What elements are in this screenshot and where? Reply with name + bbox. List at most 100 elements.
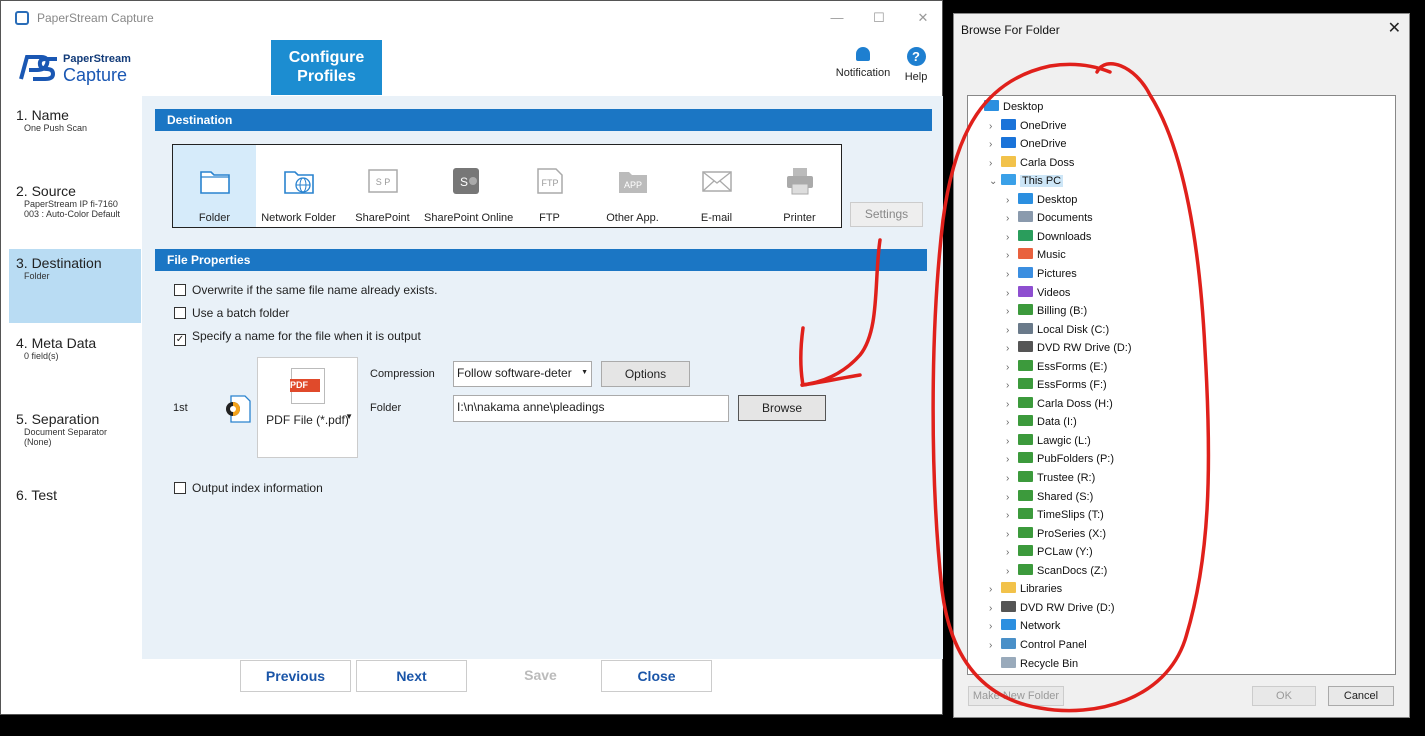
overwrite-checkbox[interactable] bbox=[174, 284, 186, 296]
specify-name-checkbox[interactable]: ✓ bbox=[174, 334, 186, 346]
tree-node[interactable]: › PCLaw (Y:) bbox=[1006, 543, 1093, 561]
expand-chevron-icon[interactable]: › bbox=[1006, 247, 1016, 265]
file-name-rule-icon[interactable] bbox=[223, 394, 253, 424]
tree-node[interactable]: › Control Panel bbox=[989, 636, 1087, 654]
tree-node[interactable]: ⌄ This PC bbox=[989, 172, 1064, 191]
step-source[interactable]: 2. Source PaperStream IP fi-7160 003 : A… bbox=[9, 177, 141, 251]
tree-node[interactable]: › Carla Doss bbox=[989, 154, 1074, 172]
batch-folder-option[interactable]: Use a batch folder bbox=[174, 306, 289, 320]
format-dropdown-icon[interactable]: ▼ bbox=[345, 412, 353, 421]
minimize-button[interactable]: — bbox=[827, 9, 847, 27]
tree-node[interactable]: › DVD RW Drive (D:) bbox=[1006, 339, 1132, 357]
tree-node[interactable]: › Videos bbox=[1006, 284, 1070, 302]
ok-button[interactable]: OK bbox=[1252, 686, 1316, 706]
tree-node[interactable]: › Documents bbox=[1006, 209, 1093, 227]
dest-sharepoint[interactable]: S P SharePoint bbox=[341, 145, 424, 227]
dest-ftp[interactable]: FTP FTP bbox=[508, 145, 591, 227]
expand-chevron-icon[interactable]: › bbox=[1006, 340, 1016, 358]
index-info-checkbox[interactable] bbox=[174, 482, 186, 494]
close-wizard-button[interactable]: Close bbox=[601, 660, 712, 692]
compression-select[interactable]: Follow software-deter ▼ bbox=[453, 361, 592, 387]
cancel-button[interactable]: Cancel bbox=[1328, 686, 1394, 706]
expand-chevron-icon[interactable]: › bbox=[1006, 563, 1016, 581]
tree-node[interactable]: › OneDrive bbox=[989, 117, 1066, 135]
step-destination[interactable]: 3. Destination Folder bbox=[9, 249, 141, 323]
expand-chevron-icon[interactable]: › bbox=[1006, 229, 1016, 247]
maximize-button[interactable]: ☐ bbox=[869, 9, 889, 27]
tree-node[interactable]: › Data (I:) bbox=[1006, 413, 1077, 431]
tree-node[interactable]: › Downloads bbox=[1006, 228, 1091, 246]
expand-chevron-icon[interactable]: › bbox=[1006, 507, 1016, 525]
expand-chevron-icon[interactable]: › bbox=[1006, 322, 1016, 340]
expand-chevron-icon[interactable]: › bbox=[989, 155, 999, 173]
expand-chevron-icon[interactable]: › bbox=[1006, 266, 1016, 284]
tree-node[interactable]: › EssForms (E:) bbox=[1006, 358, 1107, 376]
expand-chevron-icon[interactable]: › bbox=[1006, 396, 1016, 414]
expand-chevron-icon[interactable]: › bbox=[1006, 377, 1016, 395]
dest-other-app[interactable]: APP Other App. bbox=[591, 145, 674, 227]
expand-chevron-icon[interactable]: › bbox=[1006, 192, 1016, 210]
expand-chevron-icon[interactable]: › bbox=[989, 637, 999, 655]
tree-node[interactable]: › Shared (S:) bbox=[1006, 488, 1093, 506]
expand-chevron-icon[interactable]: › bbox=[1006, 470, 1016, 488]
batch-folder-checkbox[interactable] bbox=[174, 307, 186, 319]
settings-button[interactable]: Settings bbox=[850, 202, 923, 227]
index-info-option[interactable]: Output index information bbox=[174, 481, 323, 495]
step-name[interactable]: 1. Name One Push Scan bbox=[9, 101, 141, 175]
options-button[interactable]: Options bbox=[601, 361, 690, 387]
expand-chevron-icon[interactable]: › bbox=[989, 618, 999, 636]
tree-node[interactable]: › Network bbox=[989, 617, 1060, 635]
dialog-close-icon[interactable]: ✕ bbox=[1388, 18, 1401, 38]
step-separation[interactable]: 5. Separation Document Separator (None) bbox=[9, 405, 141, 479]
tree-node[interactable]: › Billing (B:) bbox=[1006, 302, 1087, 320]
file-format-selector[interactable]: PDF PDF File (*.pdf) ▼ bbox=[257, 357, 358, 458]
specify-name-option[interactable]: ✓ Specify a name for the file when it is … bbox=[174, 329, 421, 346]
dest-sharepoint-online[interactable]: S SharePoint Online bbox=[424, 145, 513, 227]
overwrite-option[interactable]: Overwrite if the same file name already … bbox=[174, 283, 437, 297]
browse-button[interactable]: Browse bbox=[738, 395, 826, 421]
expand-chevron-icon[interactable]: › bbox=[1006, 433, 1016, 451]
notification-button[interactable]: Notification bbox=[833, 47, 893, 79]
tree-node[interactable]: › PubFolders (P:) bbox=[1006, 450, 1114, 468]
step-test[interactable]: 6. Test bbox=[9, 481, 141, 555]
expand-chevron-icon[interactable]: › bbox=[1006, 303, 1016, 321]
previous-button[interactable]: Previous bbox=[240, 660, 351, 692]
tree-node[interactable]: Recycle Bin bbox=[989, 655, 1078, 673]
close-button[interactable]: ✕ bbox=[913, 9, 933, 27]
tree-node[interactable]: › Music bbox=[1006, 246, 1066, 264]
folder-path-input[interactable]: I:\n\nakama anne\pleadings bbox=[453, 395, 729, 422]
expand-chevron-icon[interactable]: › bbox=[1006, 210, 1016, 228]
expand-chevron-icon[interactable]: › bbox=[1006, 285, 1016, 303]
folder-tree[interactable]: Desktop › OneDrive › OneDrive › Carla Doss ⌄ Thi… bbox=[967, 95, 1396, 675]
tree-node[interactable]: › Carla Doss (H:) bbox=[1006, 395, 1113, 413]
tree-node[interactable]: › DVD RW Drive (D:) bbox=[989, 599, 1115, 617]
dest-printer[interactable]: Printer bbox=[758, 145, 841, 227]
tree-node[interactable]: Desktop bbox=[972, 98, 1043, 116]
expand-chevron-icon[interactable]: ⌄ bbox=[989, 173, 999, 191]
tree-node[interactable]: › TimeSlips (T:) bbox=[1006, 506, 1104, 524]
expand-chevron-icon[interactable]: › bbox=[1006, 489, 1016, 507]
save-button[interactable]: Save bbox=[485, 660, 596, 692]
tree-node[interactable]: › ProSeries (X:) bbox=[1006, 525, 1106, 543]
dest-folder[interactable]: Folder bbox=[173, 145, 256, 227]
make-new-folder-button[interactable]: Make New Folder bbox=[968, 686, 1064, 706]
expand-chevron-icon[interactable]: › bbox=[989, 600, 999, 618]
expand-chevron-icon[interactable]: › bbox=[989, 118, 999, 136]
dest-network-folder[interactable]: Network Folder bbox=[257, 145, 340, 227]
tree-node[interactable]: › Desktop bbox=[1006, 191, 1077, 209]
tree-node[interactable]: › OneDrive bbox=[989, 135, 1066, 153]
dest-email[interactable]: E-mail bbox=[675, 145, 758, 227]
next-button[interactable]: Next bbox=[356, 660, 467, 692]
tree-node[interactable]: › EssForms (F:) bbox=[1006, 376, 1107, 394]
expand-chevron-icon[interactable]: › bbox=[1006, 544, 1016, 562]
expand-chevron-icon[interactable]: › bbox=[1006, 526, 1016, 544]
expand-chevron-icon[interactable]: › bbox=[989, 581, 999, 599]
tree-node[interactable]: › Local Disk (C:) bbox=[1006, 321, 1109, 339]
help-button[interactable]: ? Help bbox=[899, 47, 933, 83]
expand-chevron-icon[interactable]: › bbox=[989, 136, 999, 154]
tree-node[interactable]: › Pictures bbox=[1006, 265, 1077, 283]
tree-node[interactable]: › Libraries bbox=[989, 580, 1062, 598]
step-meta-data[interactable]: 4. Meta Data 0 field(s) bbox=[9, 329, 141, 403]
tree-node[interactable]: › Trustee (R:) bbox=[1006, 469, 1095, 487]
tree-node[interactable]: › Lawgic (L:) bbox=[1006, 432, 1091, 450]
